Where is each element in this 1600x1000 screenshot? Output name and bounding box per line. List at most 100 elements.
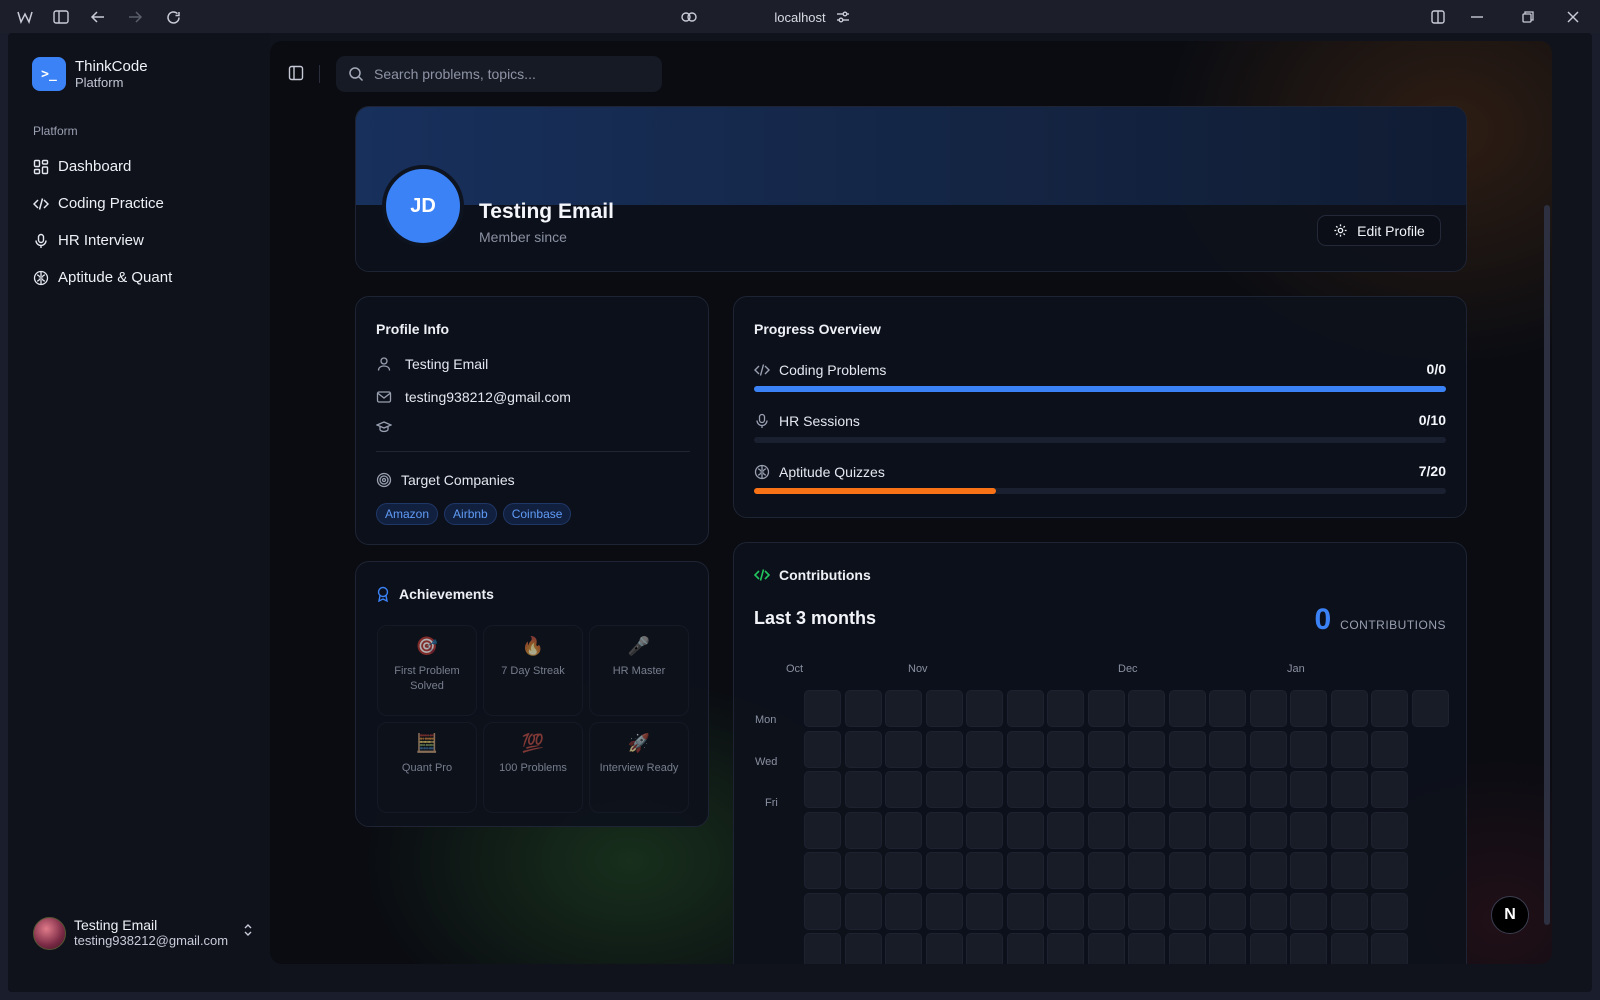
contribution-cell[interactable] <box>1290 690 1327 727</box>
forward-icon[interactable] <box>125 7 145 27</box>
contribution-cell[interactable] <box>1006 811 1044 849</box>
contribution-cell[interactable] <box>925 852 963 889</box>
contribution-cell[interactable] <box>1330 892 1368 930</box>
back-icon[interactable] <box>88 7 108 27</box>
contribution-cell[interactable] <box>1249 892 1287 930</box>
browser-logo-icon[interactable] <box>15 7 35 27</box>
contribution-cell[interactable] <box>1290 852 1327 889</box>
contribution-cell[interactable] <box>1290 933 1327 964</box>
contribution-cell[interactable] <box>804 892 841 930</box>
sidebar-item-coding-practice[interactable]: Coding Practice <box>24 185 256 222</box>
contribution-cell[interactable] <box>1209 771 1246 808</box>
panel-toggle-icon[interactable] <box>288 65 304 81</box>
contribution-cell[interactable] <box>1087 771 1125 808</box>
contribution-cell[interactable] <box>804 730 841 768</box>
achievement-hr-master[interactable]: 🎤 HR Master <box>589 625 689 716</box>
address-bar[interactable]: localhost <box>700 6 900 28</box>
sidebar-item-aptitude-quant[interactable]: Aptitude & Quant <box>24 259 256 296</box>
contribution-cell[interactable] <box>804 933 841 964</box>
contribution-cell[interactable] <box>1330 771 1368 808</box>
contribution-cell[interactable] <box>1249 852 1287 889</box>
achievement-interview-ready[interactable]: 🚀 Interview Ready <box>589 722 689 813</box>
close-icon[interactable] <box>1563 7 1583 27</box>
contribution-cell[interactable] <box>1249 811 1287 849</box>
contribution-cell[interactable] <box>1371 852 1408 889</box>
contribution-cell[interactable] <box>1128 933 1165 964</box>
contribution-cell[interactable] <box>1128 892 1165 930</box>
contribution-cell[interactable] <box>1006 690 1044 727</box>
contribution-cell[interactable] <box>885 892 922 930</box>
contribution-cell[interactable] <box>844 933 882 964</box>
contribution-cell[interactable] <box>1168 771 1206 808</box>
contribution-cell[interactable] <box>925 892 963 930</box>
contribution-cell[interactable] <box>1168 730 1206 768</box>
contribution-cell[interactable] <box>804 852 841 889</box>
contribution-cell[interactable] <box>885 690 922 727</box>
contribution-cell[interactable] <box>1209 892 1246 930</box>
contribution-cell[interactable] <box>885 730 922 768</box>
contribution-cell[interactable] <box>804 771 841 808</box>
contribution-cell[interactable] <box>1290 811 1327 849</box>
split-view-icon[interactable] <box>1428 7 1448 27</box>
contribution-cell[interactable] <box>1209 852 1246 889</box>
contribution-cell[interactable] <box>1128 811 1165 849</box>
sidebar-toggle-icon[interactable] <box>51 7 71 27</box>
contribution-cell[interactable] <box>1249 771 1287 808</box>
scrollbar-thumb[interactable] <box>1544 205 1550 925</box>
dev-tools-badge[interactable]: N <box>1491 896 1529 934</box>
contribution-cell[interactable] <box>1249 730 1287 768</box>
contribution-cell[interactable] <box>885 933 922 964</box>
contribution-cell[interactable] <box>844 852 882 889</box>
contribution-cell[interactable] <box>1290 892 1327 930</box>
contribution-cell[interactable] <box>885 852 922 889</box>
sidebar-item-dashboard[interactable]: Dashboard <box>24 148 256 185</box>
contribution-cell[interactable] <box>1087 730 1125 768</box>
contribution-cell[interactable] <box>925 771 963 808</box>
contribution-cell[interactable] <box>844 771 882 808</box>
contribution-cell[interactable] <box>804 811 841 849</box>
user-menu[interactable]: Testing Email testing938212@gmail.com <box>33 913 253 953</box>
contribution-cell[interactable] <box>1330 933 1368 964</box>
scrollbar[interactable] <box>1544 105 1552 925</box>
contribution-cell[interactable] <box>1047 892 1084 930</box>
contribution-cell[interactable] <box>1330 730 1368 768</box>
contribution-cell[interactable] <box>844 690 882 727</box>
contribution-cell[interactable] <box>1290 771 1327 808</box>
contribution-cell[interactable] <box>885 811 922 849</box>
contribution-cell[interactable] <box>1168 852 1206 889</box>
contribution-cell[interactable] <box>1249 690 1287 727</box>
contribution-cell[interactable] <box>1047 933 1084 964</box>
contribution-cell[interactable] <box>1168 690 1206 727</box>
contribution-cell[interactable] <box>966 933 1003 964</box>
contribution-cell[interactable] <box>1087 892 1125 930</box>
contribution-cell[interactable] <box>1047 771 1084 808</box>
contribution-cell[interactable] <box>1087 933 1125 964</box>
site-settings-icon[interactable] <box>833 7 853 27</box>
edit-profile-button[interactable]: Edit Profile <box>1317 215 1441 246</box>
contribution-cell[interactable] <box>1330 852 1368 889</box>
achievement-streak[interactable]: 🔥 7 Day Streak <box>483 625 583 716</box>
achievement-quant-pro[interactable]: 🧮 Quant Pro <box>377 722 477 813</box>
contribution-cell[interactable] <box>1290 730 1327 768</box>
contribution-cell[interactable] <box>1249 933 1287 964</box>
search-input[interactable] <box>374 66 644 82</box>
contribution-cell[interactable] <box>1371 730 1408 768</box>
contribution-cell[interactable] <box>844 811 882 849</box>
contribution-cell[interactable] <box>1047 690 1084 727</box>
contribution-cell[interactable] <box>1006 771 1044 808</box>
contribution-cell[interactable] <box>1371 690 1408 727</box>
contribution-cell[interactable] <box>1371 892 1408 930</box>
contribution-cell[interactable] <box>1128 771 1165 808</box>
contribution-cell[interactable] <box>1411 690 1449 727</box>
contribution-cell[interactable] <box>844 892 882 930</box>
contribution-cell[interactable] <box>966 771 1003 808</box>
contribution-cell[interactable] <box>804 690 841 727</box>
contribution-cell[interactable] <box>1087 852 1125 889</box>
contribution-cell[interactable] <box>1209 690 1246 727</box>
company-tag[interactable]: Amazon <box>376 503 439 525</box>
contribution-cell[interactable] <box>1087 811 1125 849</box>
contribution-cell[interactable] <box>1006 852 1044 889</box>
minimize-icon[interactable] <box>1467 7 1487 27</box>
sidebar-item-hr-interview[interactable]: HR Interview <box>24 222 256 259</box>
contribution-cell[interactable] <box>966 892 1003 930</box>
